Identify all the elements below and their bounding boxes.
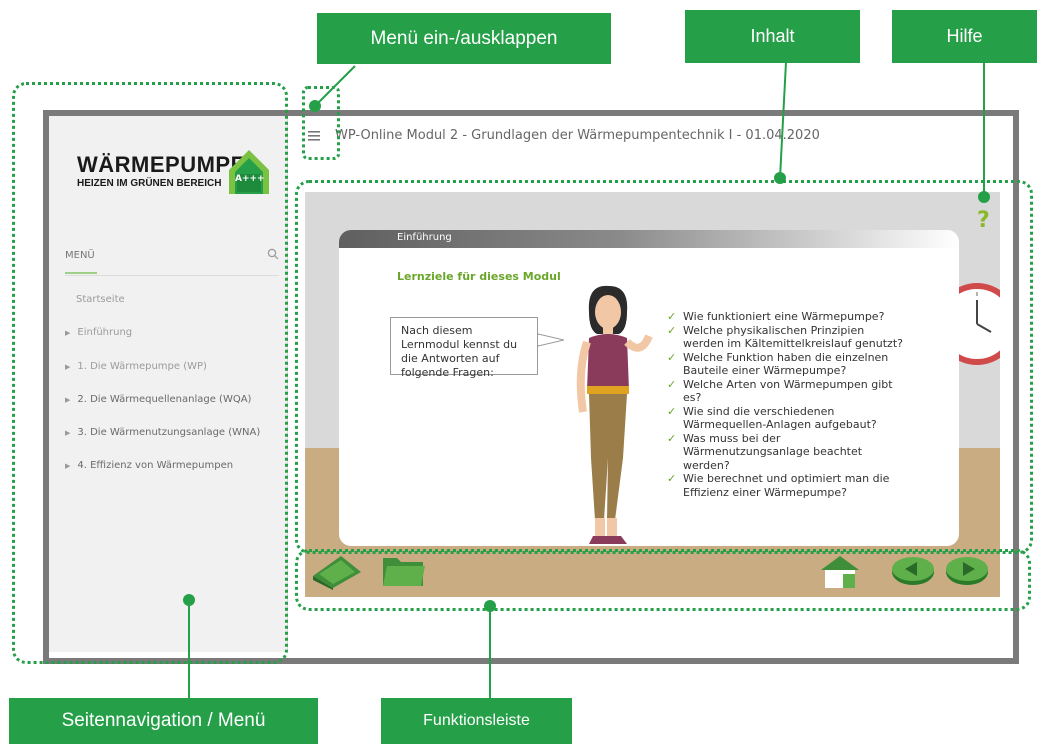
callout-connector — [188, 600, 190, 700]
page-title: WP-Online Modul 2 - Grundlagen der Wärme… — [335, 128, 820, 143]
callout-connector — [309, 65, 356, 112]
callout-help: Hilfe — [892, 10, 1037, 63]
sidebar-highlight — [12, 82, 288, 664]
callout-menu-toggle: Menü ein-/ausklappen — [317, 13, 611, 64]
callout-dot — [978, 191, 990, 203]
callout-side-nav: Seitennavigation / Menü — [9, 698, 318, 744]
callout-content: Inhalt — [685, 10, 860, 63]
callout-connector — [983, 63, 985, 193]
callout-connector — [774, 61, 787, 184]
content-highlight — [295, 180, 1033, 554]
callout-connector — [489, 606, 491, 698]
toolbar-highlight — [295, 549, 1031, 611]
callout-toolbar: Funktionsleiste — [381, 698, 572, 744]
